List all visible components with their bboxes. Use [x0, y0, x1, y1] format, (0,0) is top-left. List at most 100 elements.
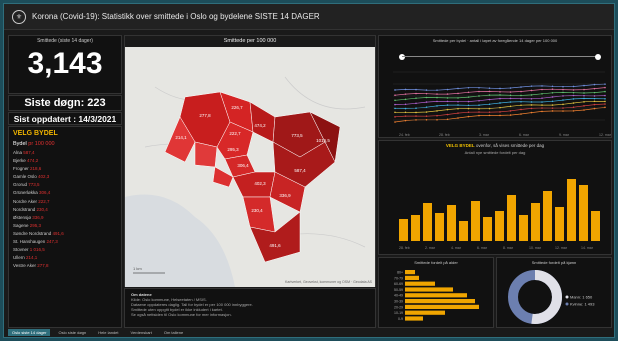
bydel-list-item[interactable]: Sagene 295,3 [9, 222, 121, 230]
line-chart-point [572, 91, 575, 94]
daily-bar[interactable] [399, 219, 408, 241]
map-canvas[interactable]: 277,8 226,7 214,1 222,7 491,6 402,3 336,9 773,5… [125, 47, 375, 287]
map-panel[interactable]: Smittede per 100 000 ⌂ ≡ [124, 35, 376, 287]
bydel-list-item[interactable]: Ullern 214,1 [9, 254, 121, 262]
tab-2[interactable]: Hele landet [94, 329, 122, 336]
bydel-list-item[interactable]: Grorud 773,5 [9, 181, 121, 189]
age-bar[interactable] [405, 281, 435, 286]
daily-bar[interactable] [555, 207, 564, 241]
daily-bar[interactable] [471, 201, 480, 241]
age-category-label: 70-79 [394, 276, 403, 280]
time-slider-start[interactable] [399, 54, 405, 60]
line-chart-point [551, 110, 554, 112]
bydel-list-item[interactable]: Frogner 218,6 [9, 165, 121, 173]
bydel-name: Østensjø [13, 214, 33, 220]
line-chart-point [499, 114, 501, 117]
daily-bar[interactable] [507, 195, 516, 241]
bydel-list-item[interactable]: Grünerløkka 306,4 [9, 189, 121, 197]
line-chart-point [604, 86, 606, 89]
bydel-list-item[interactable]: Vestre Aker 277,8 [9, 262, 121, 270]
age-bar[interactable] [405, 304, 479, 309]
bydel-list-item[interactable]: St. Hanshaugen 247,3 [9, 238, 121, 246]
age-category-label: 50-59 [394, 288, 403, 292]
line-chart-point [446, 100, 449, 103]
legend-kvinne: Kvinne: 1 493 [570, 302, 595, 307]
line-chart-point [446, 88, 449, 91]
line-chart-point [499, 94, 501, 96]
bydel-list-item[interactable]: Alna 587,4 [9, 149, 121, 157]
tab-1[interactable]: Oslo siste døgn [54, 329, 90, 336]
line-chart-point [425, 101, 428, 103]
line-chart-point [404, 88, 407, 91]
line-chart-point [446, 113, 449, 116]
line-chart-point [446, 118, 449, 121]
daily-bar[interactable] [531, 203, 540, 241]
bar-chart-rest: ovenfor, så vises smittede per dag [475, 143, 545, 148]
line-chart-point [394, 107, 396, 110]
daily-bar[interactable] [519, 215, 528, 241]
age-bar[interactable] [405, 299, 475, 304]
age-bar[interactable] [405, 270, 415, 275]
bydel-list-item[interactable]: Søndre Nordstrand 491,6 [9, 230, 121, 238]
line-chart-point [572, 110, 575, 112]
time-slider-end[interactable] [595, 54, 601, 60]
bydel-value: 295,3 [29, 222, 42, 228]
daily-bar[interactable] [411, 215, 420, 241]
daily-bar[interactable] [543, 191, 552, 241]
selected-bydel-label: Bydel [13, 141, 27, 147]
bar-chart-highlight: VELG BYDEL [445, 143, 475, 148]
age-bar[interactable] [405, 287, 453, 292]
map-region-label: 277,8 [199, 113, 211, 118]
daily-bar[interactable] [495, 211, 504, 241]
line-chart-point [541, 101, 543, 103]
line-chart-point [457, 100, 459, 103]
bydel-list-item[interactable]: Nordre Aker 222,7 [9, 198, 121, 206]
line-chart-point [467, 104, 470, 107]
line-chart-point [509, 91, 512, 93]
age-bar[interactable] [405, 316, 423, 321]
bar-chart-panel: VELG BYDEL ovenfor, så vises smittede pe… [378, 140, 612, 255]
bydel-list-item[interactable]: Gamle Oslo 402,3 [9, 173, 121, 181]
line-chart-point [425, 96, 428, 99]
tab-3[interactable]: Verdenskart [127, 329, 156, 336]
line-chart-point [551, 85, 554, 88]
line-chart-point [583, 97, 585, 100]
daily-bar[interactable] [447, 205, 456, 241]
tab-4[interactable]: Om tallene [160, 329, 187, 336]
age-category-label: 80+ [397, 271, 403, 275]
bydel-list-item[interactable]: Stovner 1 016,5 [9, 246, 121, 254]
daily-bar[interactable] [591, 211, 600, 241]
age-bar[interactable] [405, 310, 445, 315]
line-chart-point [562, 107, 564, 109]
age-category-label: 0-9 [398, 317, 403, 321]
line-chart-point [436, 93, 438, 95]
bydel-list-item[interactable]: Nordstrand 230,4 [9, 206, 121, 214]
time-slider-track[interactable] [402, 56, 598, 57]
line-chart-point [520, 108, 522, 111]
line-chart-point [520, 94, 522, 97]
legend-mann: Mann: 1 650 [570, 295, 593, 300]
line-chart-point [551, 91, 554, 94]
line-chart-point [436, 114, 438, 117]
line-chart-point [583, 84, 585, 87]
bydel-list-item[interactable]: Bjerke 474,2 [9, 157, 121, 165]
daily-bar[interactable] [579, 185, 588, 241]
daily-bar[interactable] [435, 213, 444, 241]
daily-bar[interactable] [567, 179, 576, 241]
bydel-list-item[interactable]: Østensjø 336,9 [9, 214, 121, 222]
daily-bar[interactable] [459, 221, 468, 241]
daily-bar[interactable] [423, 203, 432, 241]
daily-bar[interactable] [483, 217, 492, 241]
map-attribution: Kartverket, Geovekst, kommuner og OSM · … [285, 280, 373, 284]
selected-bydel-row[interactable]: Bydel pr 100 000 [9, 140, 121, 149]
tab-0[interactable]: Oslo siste 14 dager [8, 329, 51, 336]
age-bar[interactable] [405, 275, 419, 280]
bydel-value: 306,4 [39, 190, 51, 196]
age-bar[interactable] [405, 293, 467, 298]
total-count: 3,143 [27, 47, 103, 80]
line-chart-point [583, 94, 585, 97]
line-chart-point [583, 92, 585, 94]
line-chart-point [467, 91, 470, 94]
line-chart-point [530, 85, 533, 87]
line-chart-point [520, 113, 522, 115]
